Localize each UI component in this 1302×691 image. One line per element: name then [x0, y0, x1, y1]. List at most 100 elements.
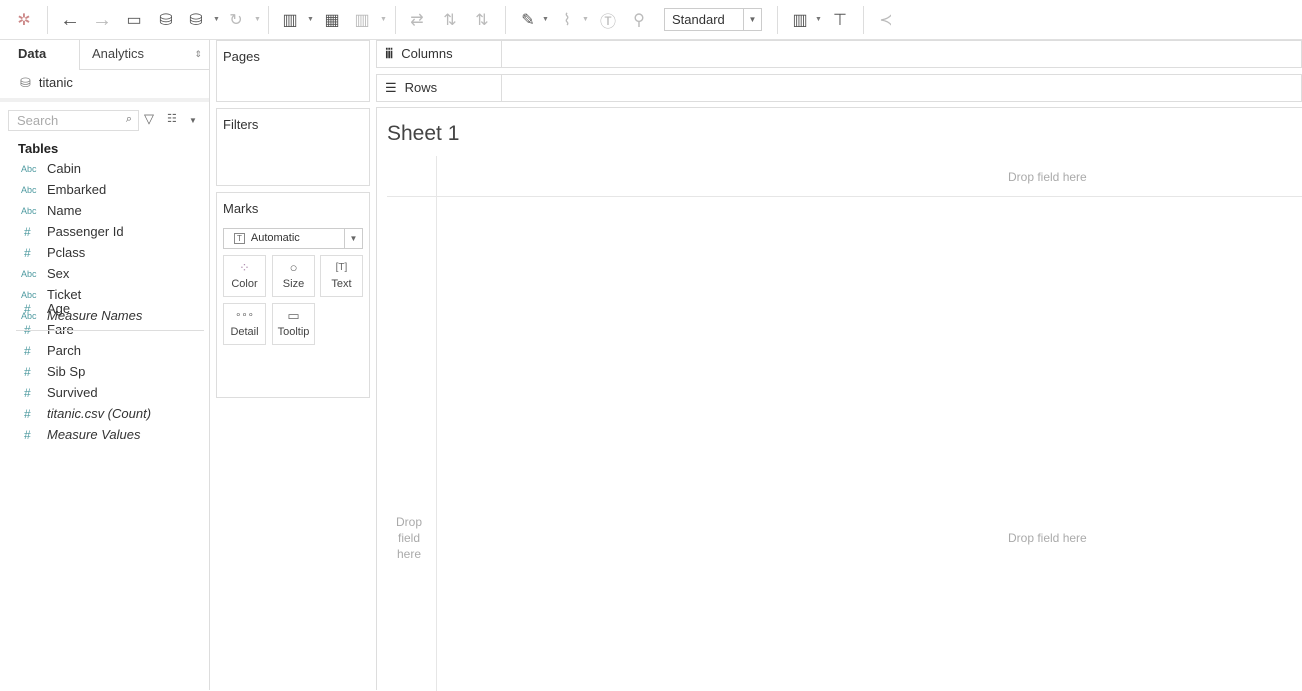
divider — [436, 156, 437, 691]
chevron-down-icon[interactable]: ▼ — [213, 16, 220, 23]
new-worksheet-icon[interactable]: ▥ — [278, 8, 302, 32]
fit-select[interactable]: Standard ▼ — [664, 8, 762, 31]
mark-type-value: Automatic — [250, 232, 300, 244]
columns-shelf[interactable]: ⅲ Columns — [376, 40, 1302, 68]
view-list-icon[interactable]: ☷ — [167, 112, 177, 125]
drop-zone-columns[interactable]: Drop field here — [1008, 170, 1087, 184]
divider — [0, 98, 209, 102]
pages-title: Pages — [223, 49, 260, 64]
field-item[interactable]: #Fare — [0, 322, 200, 343]
filters-title: Filters — [223, 117, 259, 132]
color-icon: ⁘ — [239, 260, 250, 275]
group-members-icon[interactable]: ⌇ — [555, 8, 579, 32]
string-type-icon: Abc — [21, 164, 37, 174]
field-item[interactable]: Abc Sex — [0, 266, 200, 287]
field-item[interactable]: Abc Embarked — [0, 182, 200, 203]
divider — [47, 6, 48, 34]
refresh-icon[interactable]: ↻ — [224, 8, 248, 32]
number-type-icon: # — [24, 225, 31, 239]
highlight-icon[interactable]: ✎ — [516, 8, 540, 32]
field-name: Embarked — [47, 182, 107, 197]
pages-card[interactable]: Pages — [216, 40, 370, 102]
field-name: titanic.csv (Count) — [47, 406, 152, 421]
rows-label-text: Rows — [404, 80, 438, 95]
number-type-icon: # — [24, 365, 31, 379]
text-button[interactable]: [T] Text — [320, 255, 363, 297]
divider — [268, 6, 269, 34]
number-type-icon: # — [24, 386, 31, 400]
field-item[interactable]: # titanic.csv (Count) — [0, 406, 200, 427]
field-item[interactable]: # Parch — [0, 343, 200, 364]
chevron-down-icon[interactable]: ▼ — [380, 16, 387, 23]
text-icon: [T] — [335, 262, 348, 273]
presentation-mode-icon[interactable]: ⊤ — [828, 8, 852, 32]
color-button[interactable]: ⁘ Color — [223, 255, 266, 297]
mark-type-select[interactable]: T Automatic ▼ — [223, 228, 363, 249]
detail-button[interactable]: ∘∘∘ Detail — [223, 303, 266, 345]
search-input[interactable]: Search ⌕ — [8, 110, 139, 131]
number-type-icon: # — [24, 302, 31, 316]
chevron-down-icon[interactable]: ▼ — [815, 16, 822, 23]
rows-icon: ☰ — [385, 80, 397, 95]
chevron-down-icon[interactable]: ▼ — [254, 16, 261, 23]
undo-back-icon[interactable]: ← — [58, 8, 82, 32]
tab-data[interactable]: Data — [0, 40, 79, 70]
clear-sheet-icon[interactable]: ▥ — [350, 8, 374, 32]
new-datasource-icon[interactable]: ⛁ — [154, 8, 178, 32]
database-icon: ⛁ — [20, 75, 31, 90]
search-icon: ⌕ — [125, 113, 132, 125]
string-type-icon: Abc — [21, 269, 37, 279]
sort-descending-icon[interactable]: ⇅ — [470, 8, 494, 32]
number-type-icon: # — [24, 407, 31, 421]
size-label: Size — [282, 278, 305, 290]
field-item[interactable]: # Survived — [0, 385, 200, 406]
save-icon[interactable]: ▭ — [122, 8, 146, 32]
sort-ascending-icon[interactable]: ⇅ — [438, 8, 462, 32]
tab-analytics[interactable]: Analytics ⇕ — [79, 40, 210, 70]
divider — [863, 6, 864, 34]
show-cards-icon[interactable]: ▥ — [788, 8, 812, 32]
size-button[interactable]: ○ Size — [272, 255, 315, 297]
field-item[interactable]: # Sib Sp — [0, 364, 200, 385]
detail-icon: ∘∘∘ — [235, 310, 254, 321]
detail-label: Detail — [230, 326, 259, 338]
text-label: Text — [331, 278, 352, 290]
chevron-down-icon[interactable]: ▼ — [307, 16, 314, 23]
filters-card[interactable]: Filters — [216, 108, 370, 186]
pause-updates-icon[interactable]: ⛁ — [184, 8, 208, 32]
pin-icon[interactable]: ⚲ — [627, 8, 651, 32]
chevron-down-icon[interactable]: ▼ — [582, 16, 589, 23]
rows-shelf[interactable]: ☰ Rows — [376, 74, 1302, 102]
sheet-title: Sheet 1 — [387, 122, 460, 145]
field-item[interactable]: Abc Name — [0, 203, 200, 224]
share-icon[interactable]: ≺ — [874, 8, 898, 32]
duplicate-sheet-icon[interactable]: ▦ — [320, 8, 344, 32]
field-name: Passenger Id — [47, 224, 124, 239]
size-icon: ○ — [289, 260, 298, 275]
redo-forward-icon[interactable]: → — [90, 8, 114, 32]
show-labels-icon[interactable]: Ⓣ — [596, 8, 620, 32]
field-item[interactable]: # Age — [0, 301, 200, 322]
tab-analytics-label: Analytics — [92, 46, 145, 61]
tooltip-button[interactable]: ▭ Tooltip — [272, 303, 315, 345]
swap-rows-columns-icon[interactable]: ⇄ — [405, 8, 429, 32]
marks-title: Marks — [223, 201, 259, 216]
field-item[interactable]: Abc Cabin — [0, 161, 200, 182]
drop-zone-rows[interactable]: Drop field here — [391, 514, 427, 562]
drop-zone-center[interactable]: Drop field here — [1008, 531, 1087, 545]
chevron-down-icon: ▼ — [344, 229, 362, 248]
columns-icon: ⅲ — [385, 46, 394, 61]
filter-icon[interactable]: ▽ — [144, 111, 154, 127]
chevron-down-icon[interactable]: ▼ — [189, 116, 197, 125]
field-item[interactable]: # Pclass — [0, 245, 200, 266]
number-type-icon: # — [24, 428, 31, 442]
tables-heading: Tables — [18, 141, 59, 156]
field-name: Sib Sp — [47, 364, 86, 379]
field-item[interactable]: # Passenger Id — [0, 224, 200, 245]
field-item[interactable]: # Measure Values — [0, 427, 200, 448]
datasource-item[interactable]: ⛁ titanic — [20, 75, 73, 91]
tableau-logo-icon[interactable]: ✲ — [12, 8, 36, 32]
chevron-down-icon[interactable]: ▼ — [542, 16, 549, 23]
tooltip-icon: ▭ — [287, 308, 300, 323]
toolbar: ✲ ← → ▭ ⛁ ⛁ ▼ ↻ ▼ ▥ ▼ ▦ ▥ ▼ ⇄ ⇅ ⇅ ✎ ▼ ⌇ … — [0, 0, 1302, 40]
